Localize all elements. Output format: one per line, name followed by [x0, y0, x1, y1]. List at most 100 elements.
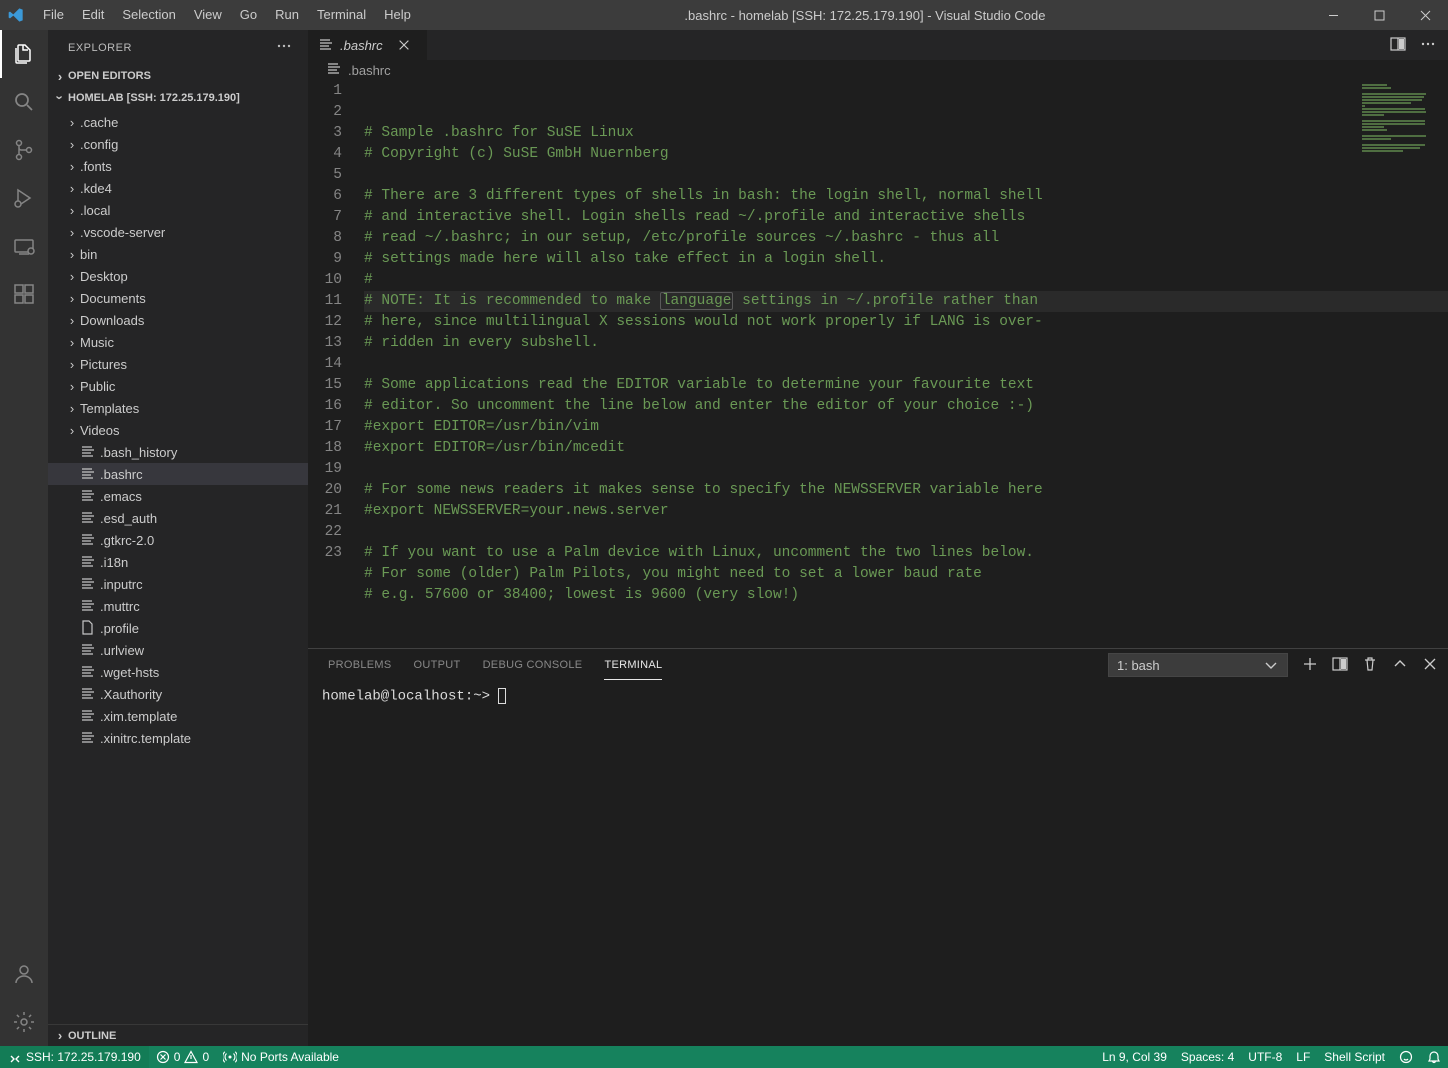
more-icon[interactable]: [276, 38, 292, 57]
open-editors-header[interactable]: › OPEN EDITORS: [48, 65, 308, 87]
menubar: FileEditSelectionViewGoRunTerminalHelp: [34, 0, 420, 30]
folder-item[interactable]: ›.kde4: [48, 177, 308, 199]
maximize-panel-icon[interactable]: [1392, 656, 1408, 675]
status-language[interactable]: Shell Script: [1317, 1046, 1392, 1068]
file-item[interactable]: .gtkrc-2.0: [48, 529, 308, 551]
new-terminal-icon[interactable]: [1302, 656, 1318, 675]
activity-account[interactable]: [0, 950, 48, 998]
chevron-right-icon: ›: [64, 115, 80, 130]
activity-remote[interactable]: [0, 222, 48, 270]
file-item[interactable]: .bashrc: [48, 463, 308, 485]
terminal-cursor: [498, 688, 506, 704]
chevron-right-icon: ›: [64, 247, 80, 262]
folder-item[interactable]: ›.cache: [48, 111, 308, 133]
status-encoding[interactable]: UTF-8: [1241, 1046, 1289, 1068]
menu-file[interactable]: File: [34, 0, 73, 30]
folder-item[interactable]: ›Templates: [48, 397, 308, 419]
file-item[interactable]: .Xauthority: [48, 683, 308, 705]
file-icon: [80, 686, 100, 702]
activity-search[interactable]: [0, 78, 48, 126]
activity-extensions[interactable]: [0, 270, 48, 318]
status-cursor-position[interactable]: Ln 9, Col 39: [1095, 1046, 1174, 1068]
folder-item[interactable]: ›Documents: [48, 287, 308, 309]
file-icon: [326, 61, 342, 80]
menu-go[interactable]: Go: [231, 0, 266, 30]
terminal-select[interactable]: 1: bash: [1108, 653, 1288, 677]
menu-terminal[interactable]: Terminal: [308, 0, 375, 30]
more-icon[interactable]: [1420, 36, 1436, 55]
panel-tab-output[interactable]: OUTPUT: [414, 651, 461, 680]
breadcrumb[interactable]: .bashrc: [308, 60, 1448, 79]
file-item[interactable]: .profile: [48, 617, 308, 639]
activity-explorer[interactable]: [0, 30, 48, 78]
status-eol[interactable]: LF: [1289, 1046, 1317, 1068]
window-minimize-button[interactable]: [1310, 0, 1356, 30]
feedback-icon: [1399, 1050, 1413, 1064]
folder-item[interactable]: ›.fonts: [48, 155, 308, 177]
folder-item[interactable]: ›Desktop: [48, 265, 308, 287]
file-item[interactable]: .i18n: [48, 551, 308, 573]
split-terminal-icon[interactable]: [1332, 656, 1348, 675]
folder-item[interactable]: ›Videos: [48, 419, 308, 441]
folder-item[interactable]: ›Downloads: [48, 309, 308, 331]
folder-item[interactable]: ›Pictures: [48, 353, 308, 375]
activity-source-control[interactable]: [0, 126, 48, 174]
folder-item[interactable]: ›.config: [48, 133, 308, 155]
file-item[interactable]: .bash_history: [48, 441, 308, 463]
status-remote[interactable]: SSH: 172.25.179.190: [0, 1046, 149, 1068]
panel-tab-terminal[interactable]: TERMINAL: [604, 651, 662, 680]
close-icon[interactable]: [397, 38, 411, 52]
file-icon: [80, 730, 100, 746]
file-item[interactable]: .xim.template: [48, 705, 308, 727]
folder-item[interactable]: ›Public: [48, 375, 308, 397]
chevron-down-icon: [1263, 657, 1279, 673]
tab-label: .bashrc: [340, 38, 383, 53]
status-notifications[interactable]: [1420, 1046, 1448, 1068]
file-item[interactable]: .muttrc: [48, 595, 308, 617]
split-editor-icon[interactable]: [1390, 36, 1406, 55]
file-item[interactable]: .emacs: [48, 485, 308, 507]
file-item[interactable]: .urlview: [48, 639, 308, 661]
tab-bashrc[interactable]: .bashrc: [308, 30, 428, 60]
status-feedback[interactable]: [1392, 1046, 1420, 1068]
outline-header[interactable]: › OUTLINE: [48, 1024, 308, 1046]
folder-item[interactable]: ›.vscode-server: [48, 221, 308, 243]
close-panel-icon[interactable]: [1422, 656, 1438, 675]
file-icon: [80, 532, 100, 548]
panel-tab-problems[interactable]: PROBLEMS: [328, 651, 392, 680]
window-maximize-button[interactable]: [1356, 0, 1402, 30]
editor-body[interactable]: 1234567891011121314151617181920212223 # …: [308, 80, 1448, 648]
sidebar: EXPLORER › OPEN EDITORS › HOMELAB [SSH: …: [48, 30, 308, 1046]
file-icon: [80, 466, 100, 482]
kill-terminal-icon[interactable]: [1362, 656, 1378, 675]
activity-settings[interactable]: [0, 998, 48, 1046]
menu-view[interactable]: View: [185, 0, 231, 30]
folder-item[interactable]: ›bin: [48, 243, 308, 265]
menu-help[interactable]: Help: [375, 0, 420, 30]
chevron-down-icon: ›: [53, 89, 68, 105]
menu-edit[interactable]: Edit: [73, 0, 113, 30]
status-indentation[interactable]: Spaces: 4: [1174, 1046, 1241, 1068]
window-close-button[interactable]: [1402, 0, 1448, 30]
activity-run[interactable]: [0, 174, 48, 222]
menu-selection[interactable]: Selection: [113, 0, 184, 30]
terminal-prompt: homelab@localhost:~>: [322, 688, 498, 704]
terminal[interactable]: homelab@localhost:~>: [308, 682, 1448, 1046]
status-ports[interactable]: No Ports Available: [216, 1046, 346, 1068]
folder-item[interactable]: ›Music: [48, 331, 308, 353]
chevron-right-icon: ›: [64, 291, 80, 306]
file-icon: [80, 488, 100, 504]
file-item[interactable]: .esd_auth: [48, 507, 308, 529]
minimap[interactable]: [1358, 80, 1448, 648]
file-item[interactable]: .xinitrc.template: [48, 727, 308, 749]
menu-run[interactable]: Run: [266, 0, 308, 30]
panel-tab-debug-console[interactable]: DEBUG CONSOLE: [483, 651, 583, 680]
status-problems[interactable]: 0 0: [149, 1046, 216, 1068]
folder-item[interactable]: ›.local: [48, 199, 308, 221]
chevron-right-icon: ›: [64, 423, 80, 438]
chevron-right-icon: ›: [64, 137, 80, 152]
file-item[interactable]: .inputrc: [48, 573, 308, 595]
workspace-header[interactable]: › HOMELAB [SSH: 172.25.179.190]: [48, 87, 308, 109]
file-item[interactable]: .wget-hsts: [48, 661, 308, 683]
code[interactable]: # Sample .bashrc for SuSE Linux# Copyrig…: [364, 80, 1448, 648]
